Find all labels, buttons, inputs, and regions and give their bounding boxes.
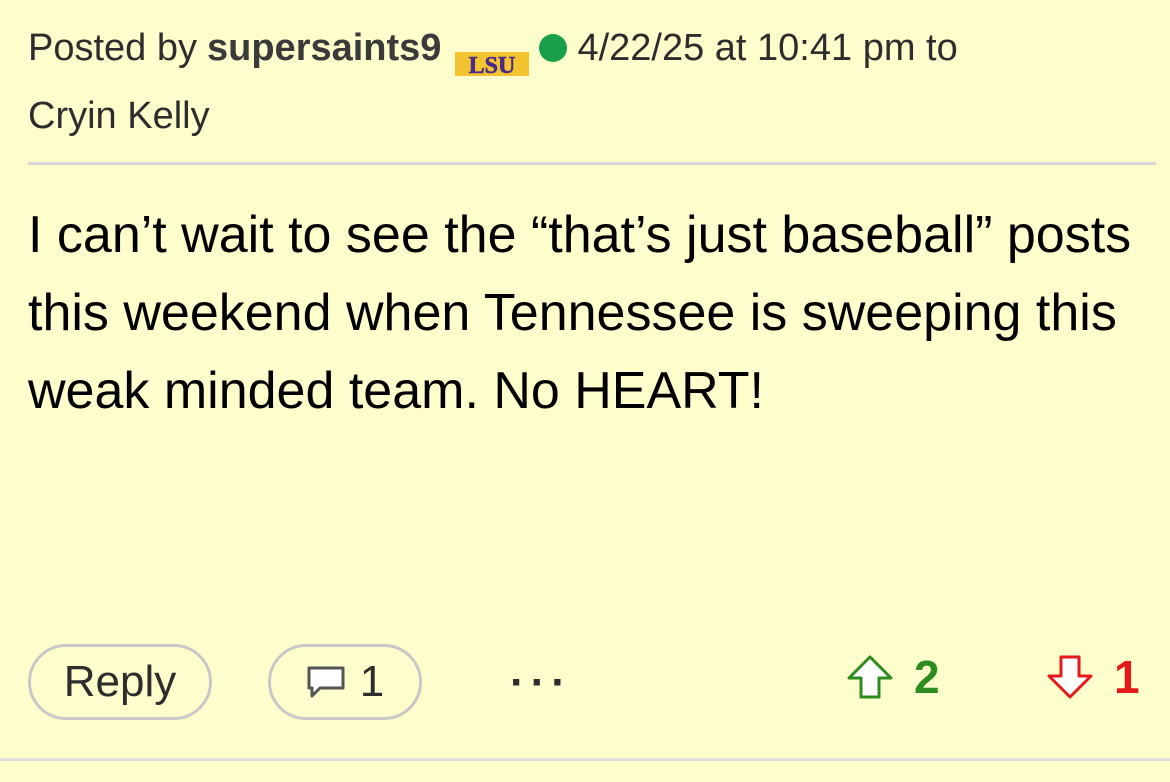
downvote-count: 1 bbox=[1114, 651, 1140, 703]
upvote-button[interactable]: 2 bbox=[846, 650, 940, 704]
lsu-logo-text: LSU bbox=[469, 53, 516, 79]
arrow-up-icon bbox=[847, 655, 893, 699]
post-timestamp: 4/22/25 at 10:41 pm to bbox=[577, 27, 958, 69]
comment-count: 1 bbox=[359, 657, 385, 706]
post-bottom-divider bbox=[0, 758, 1170, 761]
more-options-button[interactable]: ··· bbox=[510, 658, 572, 708]
arrow-down-icon bbox=[1047, 655, 1093, 699]
downvote-button[interactable]: 1 bbox=[1046, 650, 1140, 704]
comments-button[interactable]: 1 bbox=[268, 644, 422, 720]
header-divider bbox=[28, 162, 1156, 165]
post-body: I can’t wait to see the “that’s just bas… bbox=[28, 206, 1132, 420]
post-footer: Reply 1 ··· 2 1 bbox=[28, 644, 1170, 728]
lsu-logo-icon: LSU bbox=[455, 33, 530, 79]
upvote-count: 2 bbox=[914, 651, 940, 703]
post-meta-line: Posted by supersaints9 LSU 4/22/25 at 10… bbox=[28, 14, 1138, 82]
comment-bubble-icon bbox=[307, 666, 345, 698]
reply-to-link[interactable]: Cryin Kelly bbox=[28, 82, 1138, 150]
reply-button[interactable]: Reply bbox=[28, 644, 212, 720]
posted-by-prefix: Posted by bbox=[28, 27, 197, 69]
online-status-icon bbox=[539, 34, 568, 62]
post-header: Posted by supersaints9 LSU 4/22/25 at 10… bbox=[28, 14, 1138, 150]
author-link[interactable]: supersaints9 bbox=[207, 14, 441, 82]
forum-post: Posted by supersaints9 LSU 4/22/25 at 10… bbox=[0, 0, 1170, 782]
